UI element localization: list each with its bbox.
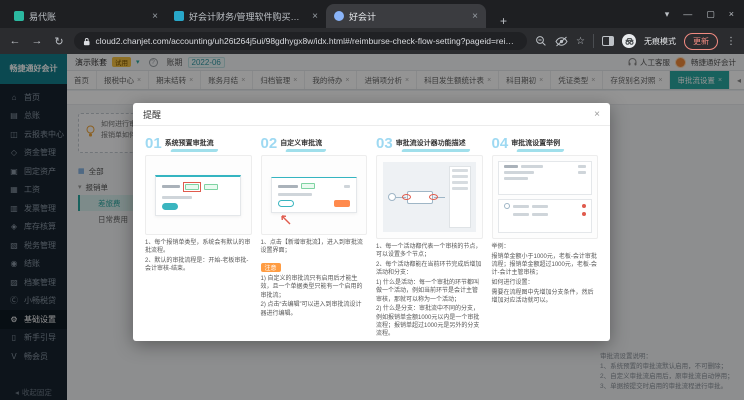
section-title: 系统预置审批流	[165, 138, 214, 151]
section-desc: 2、每个活动都能在当前环节完成后增加活动和分支：	[376, 261, 483, 278]
back-icon[interactable]: ←	[8, 35, 22, 47]
browser-tab-title: 好会计	[349, 10, 467, 23]
minimize-button[interactable]: —	[683, 9, 692, 19]
section-desc: 1、每一个活动都代表一个审核的节点，可以设置多个节点；	[376, 243, 483, 260]
browser-chrome: 易代账 × 好会计财务/管理软件购买价格页... × 好会计 × + ▾ — ▢…	[0, 0, 744, 54]
section-number: 01	[145, 136, 162, 151]
tab-close-icon[interactable]: ×	[152, 11, 158, 22]
section-desc: 1) 什么是活动：每一个审批的环节都叫做一个活动，例如当前环节是会计主管审核，那…	[376, 279, 483, 304]
modal-close-icon[interactable]: ×	[594, 109, 600, 120]
section-desc: 1、每个报销单类型，系统会有默认的审批流程。	[145, 239, 252, 256]
bookmark-star-icon[interactable]: ☆	[576, 36, 585, 47]
tab-favicon	[334, 11, 344, 21]
window-close-button[interactable]: ×	[729, 9, 734, 19]
browser-tab-haokuaiji[interactable]: 好会计 ×	[326, 4, 486, 28]
modal-body: 01系统预置审批流 1、每个报销单类型，系统会有默认的审批流程。 2、默认的审批…	[133, 126, 610, 341]
reminder-modal: 提醒 × 01系统预置审批流 1、每个报销单类型，系统会有默认的审批流程。 2、…	[133, 103, 610, 341]
modal-section-designer: 03审批流设计器功能描述 1、每一个活动都代表一个审核的节点，可以设置多个节点；…	[376, 135, 483, 332]
tab-close-icon[interactable]: ×	[472, 11, 478, 22]
zoom-out-icon[interactable]	[535, 35, 547, 47]
tab-favicon	[174, 11, 184, 21]
section-desc: 2、默认的审批流程是：开始-老板审批-会计审核-结束。	[145, 257, 252, 274]
section-title: 审批流设置举例	[511, 138, 560, 151]
chrome-menu-icon[interactable]: ⋮	[726, 36, 736, 47]
modal-section-example: 04审批流设置举例 举例： 报销单	[492, 135, 599, 332]
browser-tab-pricing[interactable]: 好会计财务/管理软件购买价格页... ×	[166, 4, 326, 28]
section-desc: 举例：	[492, 243, 599, 251]
update-browser-button[interactable]: 更新	[684, 33, 718, 50]
side-panel-icon[interactable]	[602, 36, 614, 46]
note-badge: 注意	[261, 263, 281, 272]
section-number: 02	[261, 136, 278, 151]
section-number: 03	[376, 136, 393, 151]
browser-tab-title: 好会计财务/管理软件购买价格页...	[189, 10, 307, 23]
illustration-custom-flow	[261, 155, 368, 235]
section-number: 04	[492, 136, 509, 151]
tab-favicon	[14, 11, 24, 21]
new-tab-button[interactable]: +	[494, 14, 513, 28]
tab-search-icon[interactable]: ▾	[665, 9, 670, 20]
section-desc: 如何进行设置：	[492, 279, 599, 287]
highlight-ellipse	[429, 194, 438, 200]
eye-blocked-icon[interactable]	[555, 36, 568, 47]
section-desc: 需要在流程图中先增加分支条件，然后增加对应活动就可以。	[492, 289, 599, 306]
url-text: cloud2.chanjet.com/accounting/uh26t264j5…	[95, 36, 518, 46]
section-title: 审批流设计器功能描述	[396, 138, 466, 151]
forward-icon[interactable]: →	[30, 35, 44, 47]
browser-tabstrip: 易代账 × 好会计财务/管理软件购买价格页... × 好会计 × + ▾ — ▢…	[0, 0, 744, 28]
lock-icon	[83, 37, 90, 46]
section-desc: 1、点击【新增审批流】，进入到审批流设置界面；	[261, 239, 368, 256]
section-title: 自定义审批流	[280, 138, 322, 151]
modal-title: 提醒	[143, 108, 161, 121]
reload-icon[interactable]: ↻	[52, 35, 66, 48]
section-desc: 1) 自定义的审批流只有启用后才能生效，且一个单据类型只能有一个启用的审批流；	[261, 275, 368, 300]
toolbar-divider	[593, 34, 594, 48]
section-desc: 2) 点击“去编辑”可以进入到审批流设计器进行编辑。	[261, 301, 368, 318]
illustration-example	[492, 155, 599, 239]
incognito-icon	[622, 34, 636, 48]
browser-tab-title: 易代账	[29, 10, 147, 23]
modal-section-preset-flow: 01系统预置审批流 1、每个报销单类型，系统会有默认的审批流程。 2、默认的审批…	[145, 135, 252, 332]
illustration-designer	[376, 155, 483, 239]
modal-section-custom-flow: 02自定义审批流 1、点击【新增审批流】，进入到审批流设置界面； 注意 1) 自…	[261, 135, 368, 332]
red-arrow-icon	[278, 212, 292, 226]
modal-header: 提醒 ×	[133, 103, 610, 126]
tab-close-icon[interactable]: ×	[312, 11, 318, 22]
incognito-label: 无痕模式	[644, 36, 676, 47]
app-window: 畅捷通好会计 ⌂首页 ▤总账 ◫云报表中心 ◇资金管理 ▣固定资产 ▦工资 ▥发…	[0, 54, 744, 400]
browser-toolbar: ← → ↻ cloud2.chanjet.com/accounting/uh26…	[0, 28, 744, 54]
illustration-preset-flow	[145, 155, 252, 235]
browser-tab-yidaizhang[interactable]: 易代账 ×	[6, 4, 166, 28]
address-bar[interactable]: cloud2.chanjet.com/accounting/uh26t264j5…	[74, 32, 527, 50]
section-desc: 报销单金额小于1000元，老板-会计审批流程；报销单金额超过1000元，老板-会…	[492, 253, 599, 278]
restore-button[interactable]: ▢	[706, 9, 715, 20]
section-desc: 2) 什么是分支：审批流中不同的分支，例如报销单金额1000元以内是一个审批流程…	[376, 305, 483, 338]
